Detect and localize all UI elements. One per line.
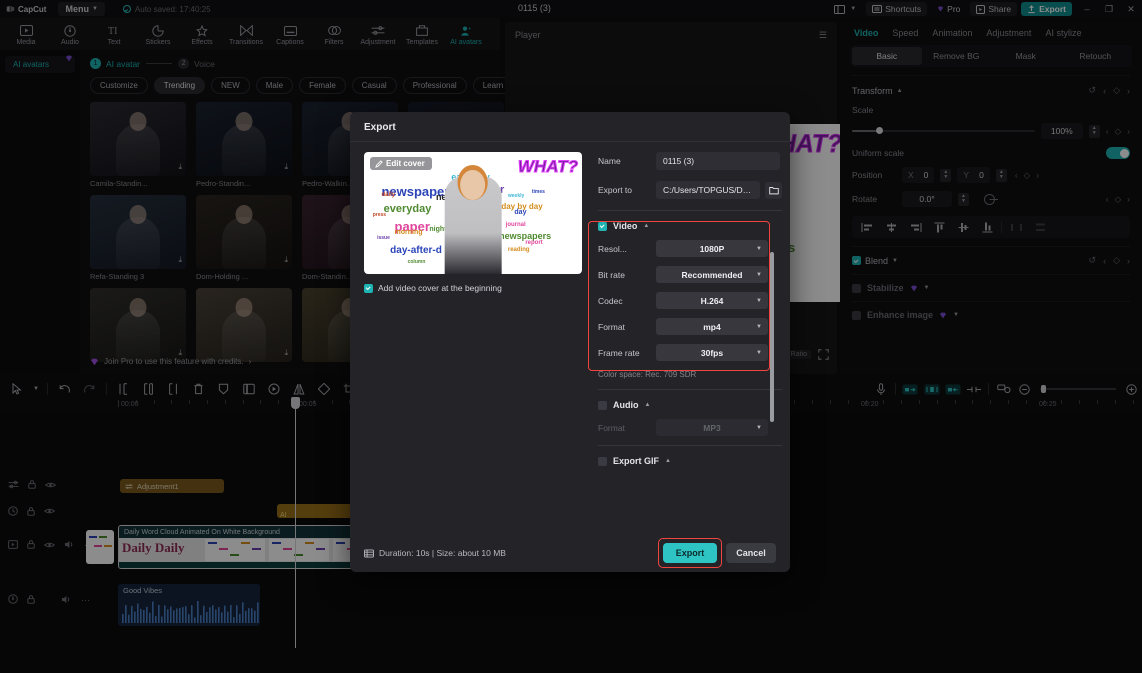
word-cloud-title: WHAT? — [517, 156, 578, 176]
chevron-down-icon: ▼ — [756, 271, 762, 278]
framerate-value: 30fps — [700, 347, 724, 358]
preview-column: Edit cover newspapereach dayeverydaypape… — [364, 152, 582, 475]
cover-preview[interactable]: Edit cover newspapereach dayeverydaypape… — [364, 152, 582, 274]
word-cloud-word: times — [531, 188, 545, 195]
codec-value: H.264 — [700, 295, 724, 306]
dialog-scrollbar[interactable] — [770, 252, 774, 422]
folder-icon — [768, 186, 779, 194]
word-cloud-word: everyday — [383, 203, 432, 216]
bitrate-value: Recommended — [681, 269, 743, 280]
framerate-row: Frame rate 30fps ▼ — [598, 344, 782, 361]
bitrate-row: Bit rate Recommended ▼ — [598, 266, 782, 283]
export-dialog-body: Edit cover newspapereach dayeverydaypape… — [350, 142, 790, 475]
export-to-row: Export to C:/Users/TOPGUS/De... — [598, 181, 782, 199]
capcut-window: CapCut Menu ▼ Auto saved: 17:40:25 0115 … — [0, 0, 1142, 673]
audio-format-label: Format — [598, 422, 625, 433]
presenter-figure — [444, 169, 502, 274]
export-to-label: Export to — [598, 185, 633, 195]
export-dialog-title: Export — [364, 122, 396, 133]
chevron-down-icon: ▼ — [756, 424, 762, 431]
bitrate-label: Bit rate — [598, 269, 625, 280]
add-cover-label: Add video cover at the beginning — [378, 283, 502, 293]
video-section-header[interactable]: Video ▲ — [598, 221, 782, 231]
video-section-label: Video — [613, 221, 638, 231]
add-cover-checkbox[interactable] — [364, 283, 373, 293]
format-value: mp4 — [703, 321, 721, 332]
gif-section-label: Export GIF — [613, 456, 660, 466]
divider — [598, 445, 782, 446]
export-button-highlight — [658, 538, 722, 568]
word-cloud-word: day-after-d — [390, 244, 442, 256]
chevron-down-icon: ▼ — [756, 245, 762, 252]
word-cloud-word: reading — [507, 247, 530, 254]
word-cloud-word: weekly — [507, 193, 525, 200]
gif-checkbox[interactable] — [598, 456, 607, 466]
word-cloud-word: column — [407, 259, 426, 266]
codec-row: Codec H.264 ▼ — [598, 292, 782, 309]
name-row: Name 0115 (3) — [598, 152, 782, 170]
color-space-info: Color space: Rec. 709 SDR — [598, 370, 697, 379]
film-icon — [364, 549, 374, 558]
duration-text: Duration: 10s | Size: about 10 MB — [379, 548, 506, 558]
word-cloud-word: issue — [377, 234, 390, 241]
resolution-value: 1080P — [699, 243, 725, 254]
export-form: Name 0115 (3) Export to C:/Users/TOPGUS/… — [582, 152, 782, 475]
edit-cover-label: Edit cover — [386, 159, 425, 168]
chevron-down-icon: ▼ — [756, 297, 762, 304]
resolution-row: Resol... 1080P ▼ — [598, 240, 782, 257]
export-dialog-footer: Duration: 10s | Size: about 10 MB Export… — [350, 534, 790, 572]
framerate-select[interactable]: 30fps ▼ — [656, 344, 768, 361]
export-path-input[interactable]: C:/Users/TOPGUS/De... — [656, 181, 760, 199]
audio-section-header[interactable]: Audio ▲ — [598, 400, 782, 410]
word-cloud-word: daily — [381, 192, 396, 199]
resolution-label: Resol... — [598, 243, 627, 254]
chevron-up-icon[interactable]: ▲ — [645, 402, 651, 408]
name-label: Name — [598, 156, 621, 166]
audio-checkbox[interactable] — [598, 400, 607, 410]
video-settings-wrapper: Video ▲ Resol... 1080P ▼ Bit rate Recomm… — [588, 221, 782, 371]
chevron-up-icon[interactable]: ▲ — [665, 458, 671, 464]
resolution-select[interactable]: 1080P ▼ — [656, 240, 768, 257]
framerate-label: Frame rate — [598, 347, 640, 358]
export-dialog: Export Edit cover newspapereach dayevery… — [350, 112, 790, 572]
word-cloud-word: journal — [505, 221, 526, 228]
word-cloud-word: press — [372, 211, 387, 218]
codec-label: Codec — [598, 295, 623, 306]
bitrate-select[interactable]: Recommended ▼ — [656, 266, 768, 283]
word-cloud-word: morning — [394, 228, 423, 236]
duration-info: Duration: 10s | Size: about 10 MB — [364, 548, 506, 558]
chevron-up-icon[interactable]: ▲ — [643, 223, 649, 229]
divider — [598, 389, 782, 390]
chevron-down-icon: ▼ — [756, 349, 762, 356]
browse-folder-button[interactable] — [765, 181, 782, 199]
format-select[interactable]: mp4 ▼ — [656, 318, 768, 335]
name-input[interactable]: 0115 (3) — [656, 152, 780, 170]
format-row: Format mp4 ▼ — [598, 318, 782, 335]
codec-select[interactable]: H.264 ▼ — [656, 292, 768, 309]
audio-section-label: Audio — [613, 400, 639, 410]
divider — [598, 210, 782, 211]
audio-format-value: MP3 — [703, 422, 721, 433]
cancel-button[interactable]: Cancel — [726, 543, 776, 563]
gif-section-header[interactable]: Export GIF ▲ — [598, 456, 782, 466]
add-cover-row[interactable]: Add video cover at the beginning — [364, 283, 582, 293]
audio-format-select[interactable]: MP3 ▼ — [656, 419, 768, 436]
video-checkbox[interactable] — [598, 221, 607, 231]
word-cloud-word: day — [514, 209, 527, 217]
pencil-icon — [375, 159, 383, 168]
edit-cover-button[interactable]: Edit cover — [370, 157, 432, 170]
presenter-head — [460, 169, 486, 201]
footer-buttons: Export Cancel — [658, 538, 776, 568]
audio-format-row: Format MP3 ▼ — [598, 419, 782, 436]
chevron-down-icon: ▼ — [756, 323, 762, 330]
format-label: Format — [598, 321, 625, 332]
word-cloud-word: report — [525, 239, 543, 246]
